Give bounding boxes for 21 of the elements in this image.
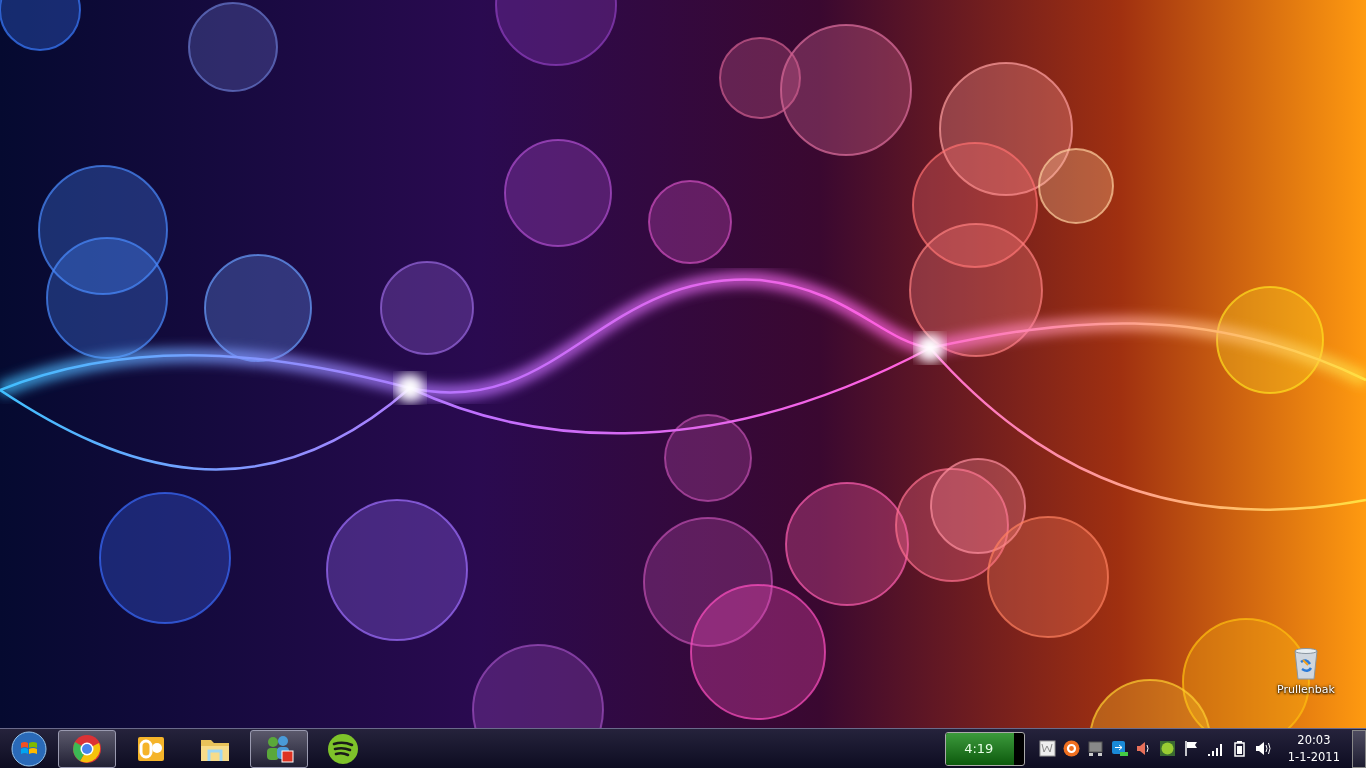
mail-app-icon [137, 734, 165, 763]
media-time: 4:19 [963, 740, 995, 756]
show-desktop-button[interactable] [1352, 729, 1366, 768]
remote-icon[interactable] [1110, 740, 1128, 757]
badge-icon[interactable] [1158, 740, 1176, 757]
start-button[interactable] [8, 729, 50, 768]
flag-icon[interactable] [1182, 740, 1200, 757]
clock-date: 1-1-2011 [1287, 750, 1340, 764]
clock-time: 20:03 [1297, 733, 1331, 747]
media-progress[interactable]: 4:19 [944, 731, 1025, 766]
monitor-icon[interactable] [1086, 740, 1104, 757]
chrome-icon [72, 733, 102, 764]
speaker-icon[interactable] [1134, 740, 1152, 757]
volume-icon[interactable] [1254, 740, 1272, 757]
ring-icon[interactable] [1062, 740, 1080, 757]
recycle-bin-icon[interactable] [1293, 648, 1319, 680]
taskbar-button[interactable] [250, 729, 308, 768]
spotify-icon [327, 732, 359, 765]
clock[interactable]: 20:03 1-1-2011 [1287, 733, 1340, 764]
taskbar-button[interactable] [58, 729, 116, 768]
document-icon[interactable] [1038, 740, 1056, 757]
